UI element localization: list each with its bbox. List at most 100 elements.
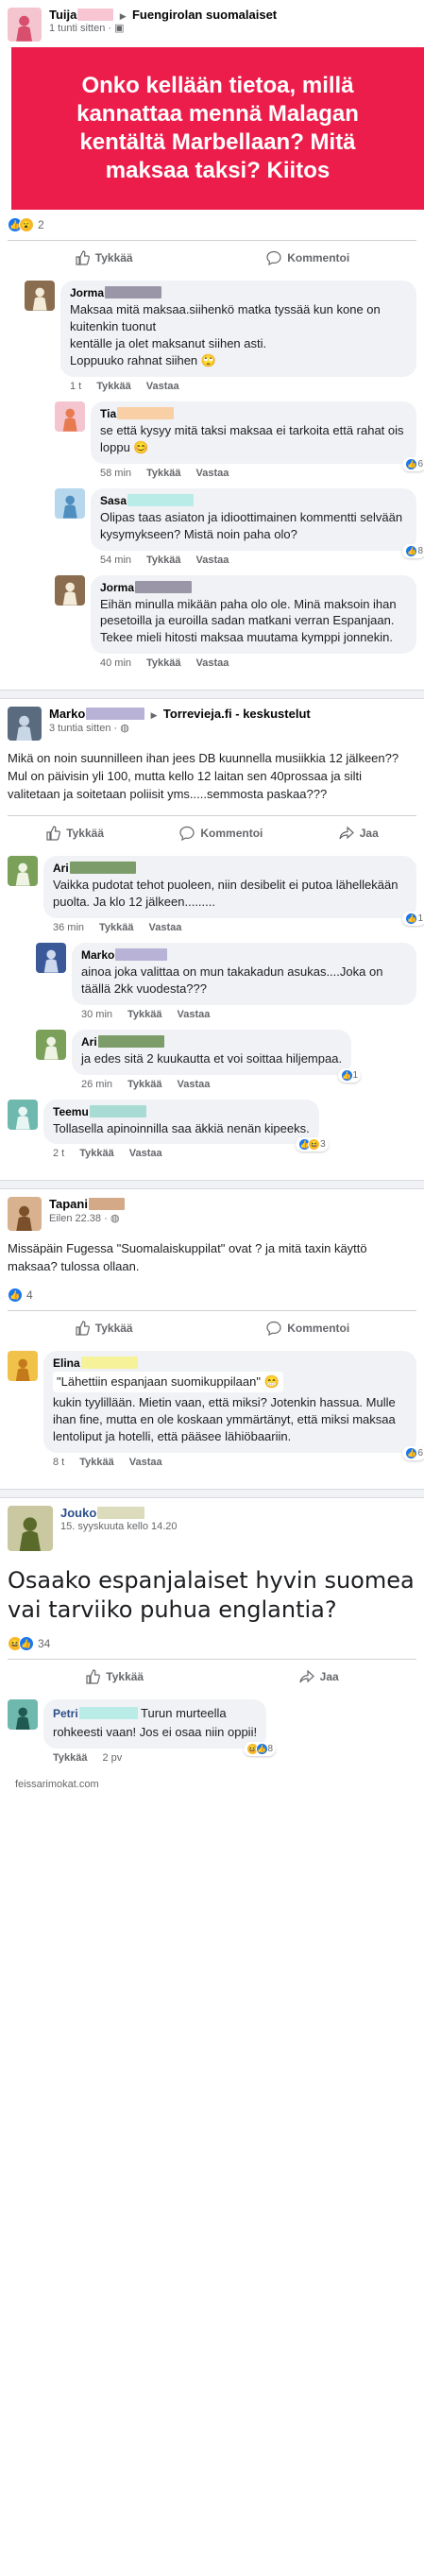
avatar[interactable] — [8, 707, 42, 742]
avatar[interactable] — [36, 1029, 66, 1060]
comment-reactions[interactable]: 👍 1 — [337, 1067, 362, 1083]
avatar[interactable] — [8, 1505, 53, 1551]
comment-like-link[interactable]: Tykkää — [53, 1752, 88, 1764]
avatar[interactable] — [8, 855, 38, 886]
comment-reply-link[interactable]: Vastaa — [196, 554, 229, 566]
comment-like-link[interactable]: Tykkää — [96, 381, 131, 392]
like-thumb-icon — [76, 250, 90, 265]
comment-time[interactable]: 40 min — [100, 657, 131, 669]
comment-time[interactable]: 8 t — [53, 1457, 64, 1468]
like-button[interactable]: Tykkää — [85, 1669, 144, 1684]
post-jouko: Jouko 15. syyskuuta kello 14.20 Osaako e… — [0, 1497, 424, 1797]
post-time[interactable]: 1 tunti sitten · — [49, 23, 114, 34]
avatar[interactable] — [8, 1699, 38, 1731]
comment-bubble: Sasa Olipas taas asiaton ja idioottimain… — [91, 487, 424, 558]
group-name[interactable]: Torrevieja.fi - keskustelut — [163, 707, 311, 721]
avatar[interactable] — [55, 574, 85, 606]
share-button[interactable]: Jaa — [299, 1669, 339, 1684]
avatar[interactable] — [8, 8, 42, 42]
post-header: Tapani Eilen 22.38 · ◍ — [8, 1189, 416, 1237]
comment-like-link[interactable]: Tykkää — [146, 468, 181, 479]
commenter-name[interactable]: Sasa — [100, 494, 127, 507]
action-bar: Tykkää Jaa — [8, 1659, 416, 1694]
comment-reactions[interactable]: 👍 😆 3 — [296, 1137, 329, 1152]
comment-time[interactable]: 30 min — [81, 1009, 112, 1020]
comment-reactions[interactable]: 👍 6 — [402, 456, 424, 471]
avatar[interactable] — [8, 1351, 38, 1382]
avatar[interactable] — [55, 487, 85, 519]
reaction-summary[interactable]: 👍 😮 2 — [8, 210, 416, 236]
comment-button[interactable]: Kommentoi — [179, 826, 263, 841]
comment-reactions[interactable]: 👍 6 — [402, 1445, 424, 1460]
comment-reactions[interactable]: 👍 1 — [402, 911, 424, 926]
comment-reply-link[interactable]: Vastaa — [178, 1009, 211, 1020]
like-thumb-icon — [46, 826, 61, 841]
comment-reaction-count: 8 — [417, 545, 423, 556]
commenter-name[interactable]: Jorma — [70, 286, 104, 299]
comment-button[interactable]: Kommentoi — [266, 250, 349, 265]
comment: Petri Turun murteella rohkeesti vaan! Jo… — [8, 1699, 416, 1764]
share-label: Jaa — [359, 826, 379, 840]
like-button[interactable]: Tykkää — [75, 250, 133, 265]
author-name[interactable]: Marko — [49, 707, 85, 721]
like-label: Tykkää — [94, 1322, 133, 1336]
comment-reply-link[interactable]: Vastaa — [196, 657, 229, 669]
comment-time[interactable]: 26 min — [81, 1079, 112, 1090]
comment-reactions[interactable]: 😆 👍 8 — [243, 1742, 277, 1757]
comment-reply-link[interactable]: Vastaa — [129, 1457, 162, 1468]
comment-reply-link[interactable]: Vastaa — [178, 1079, 211, 1090]
comment-reply-link[interactable]: Vastaa — [196, 468, 229, 479]
comment-like-link[interactable]: Tykkää — [127, 1009, 162, 1020]
reaction-summary[interactable]: 😆 👍 34 — [8, 1632, 416, 1655]
comment-time[interactable]: 58 min — [100, 468, 131, 479]
commenter-name[interactable]: Petri — [53, 1707, 78, 1720]
post-time[interactable]: 3 tuntia sitten · — [49, 723, 120, 734]
post-tapani: Tapani Eilen 22.38 · ◍ Missäpäin Fugessa… — [0, 1189, 424, 1489]
comment-button[interactable]: Kommentoi — [266, 1321, 349, 1337]
comment: Elina "Lähettiin espanjaan suomikuppilaa… — [8, 1351, 424, 1468]
comment-like-link[interactable]: Tykkää — [146, 554, 181, 566]
commenter-name[interactable]: Elina — [53, 1356, 80, 1370]
post-time[interactable]: 15. syyskuuta kello 14.20 — [60, 1521, 178, 1534]
comment-like-link[interactable]: Tykkää — [99, 922, 134, 933]
share-button[interactable]: Jaa — [339, 826, 379, 841]
comment-time[interactable]: 36 min — [53, 922, 84, 933]
comment-reply-link[interactable]: Vastaa — [146, 381, 179, 392]
commenter-name[interactable]: Jorma — [100, 581, 134, 594]
post-time[interactable]: Eilen 22.38 · — [49, 1213, 110, 1224]
reaction-summary[interactable]: 👍 4 — [8, 1284, 416, 1306]
redacted-surname — [117, 406, 175, 419]
commenter-name[interactable]: Marko — [81, 948, 114, 962]
commenter-name[interactable]: Tia — [100, 407, 116, 420]
comment: Jorma Maksaa mitä maksaa.siihenkö matka … — [25, 281, 416, 392]
comment-reactions[interactable]: 👍 8 — [402, 543, 424, 558]
post-header: Marko ▶ Torrevieja.fi - keskustelut 3 tu… — [8, 699, 416, 746]
avatar[interactable] — [8, 1197, 42, 1232]
avatar[interactable] — [55, 401, 85, 432]
avatar[interactable] — [25, 281, 55, 311]
comment-reply-link[interactable]: Vastaa — [149, 922, 182, 933]
group-name[interactable]: Fuengirolan suomalaiset — [132, 8, 277, 22]
commenter-name[interactable]: Ari — [81, 1035, 97, 1049]
like-button[interactable]: Tykkää — [75, 1321, 133, 1336]
comment-time[interactable]: 2 t — [53, 1148, 64, 1159]
commenter-name[interactable]: Teemu — [53, 1105, 89, 1118]
comment-bubble: Marko ainoa joka valittaa on mun takakad… — [72, 942, 416, 1005]
post-marko: Marko ▶ Torrevieja.fi - keskustelut 3 tu… — [0, 699, 424, 1181]
author-name[interactable]: Tuija — [49, 8, 76, 22]
comment-reply-link[interactable]: Vastaa — [129, 1148, 162, 1159]
author-name[interactable]: Jouko — [60, 1506, 96, 1520]
comment-like-link[interactable]: Tykkää — [79, 1457, 114, 1468]
avatar[interactable] — [8, 1099, 38, 1130]
avatar[interactable] — [36, 942, 66, 973]
comment-like-link[interactable]: Tykkää — [127, 1079, 162, 1090]
comment-time[interactable]: 2 pv — [103, 1752, 123, 1764]
comment-time[interactable]: 54 min — [100, 554, 131, 566]
commenter-name[interactable]: Ari — [53, 862, 69, 875]
comment-time[interactable]: 1 t — [70, 381, 81, 392]
comment-like-link[interactable]: Tykkää — [79, 1148, 114, 1159]
comment-like-link[interactable]: Tykkää — [146, 657, 181, 669]
author-name[interactable]: Tapani — [49, 1197, 88, 1211]
like-reaction-icon: 👍 — [340, 1068, 353, 1082]
like-button[interactable]: Tykkää — [45, 826, 104, 841]
